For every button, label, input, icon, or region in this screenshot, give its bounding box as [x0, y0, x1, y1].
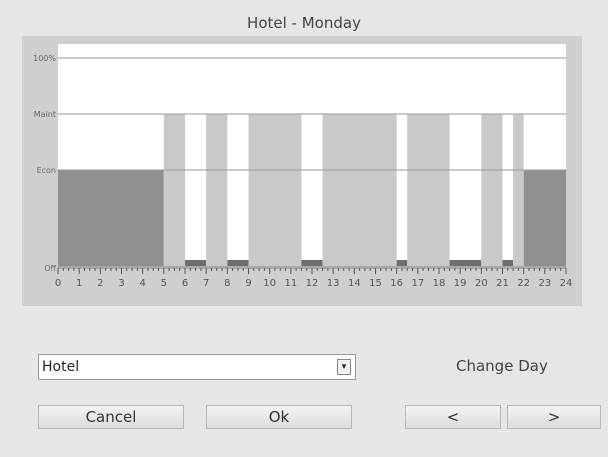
- x-tick-label: 1: [76, 278, 82, 289]
- segment-14: [523, 170, 566, 268]
- dropdown-arrow-icon[interactable]: ▾: [337, 359, 351, 375]
- segment-7: [322, 114, 397, 268]
- x-tick-label: 13: [327, 278, 340, 289]
- segment-0: [58, 170, 164, 268]
- x-tick-label: 15: [369, 278, 382, 289]
- ok-button[interactable]: Ok: [206, 405, 352, 429]
- x-tick-label: 6: [182, 278, 188, 289]
- segment-11: [481, 114, 503, 268]
- x-tick-label: 7: [203, 278, 209, 289]
- x-tick-label: 22: [517, 278, 530, 289]
- x-tick-label: 17: [411, 278, 424, 289]
- zone-select[interactable]: Hotel ▾: [38, 354, 356, 380]
- zone-select-value: Hotel: [42, 359, 80, 375]
- segment-3: [206, 114, 228, 268]
- x-tick-label: 2: [97, 278, 103, 289]
- x-tick-label: 23: [538, 278, 551, 289]
- x-tick-label: 9: [245, 278, 251, 289]
- x-tick-label: 24: [560, 278, 573, 289]
- y-tick-label-100pct: 100%: [33, 54, 56, 63]
- next-day-button[interactable]: >: [507, 405, 601, 429]
- x-tick-label: 20: [475, 278, 488, 289]
- segment-5: [248, 114, 302, 268]
- segment-9: [407, 114, 450, 268]
- cancel-button[interactable]: Cancel: [38, 405, 184, 429]
- x-tick-label: 11: [284, 278, 297, 289]
- x-tick-label: 19: [454, 278, 467, 289]
- schedule-dialog: Hotel - Monday 100% Maint Econ Off 0 1 2 3 4 5 6 7 8…: [0, 0, 608, 457]
- dialog-title: Hotel - Monday: [247, 14, 361, 32]
- x-tick-label: 12: [306, 278, 319, 289]
- y-tick-label-maint: Maint: [34, 110, 56, 119]
- x-tick-label: 18: [433, 278, 446, 289]
- y-tick-label-econ: Econ: [37, 166, 56, 175]
- x-tick-label: 0: [55, 278, 61, 289]
- segment-1: [163, 114, 185, 268]
- y-tick-label-off: Off: [44, 264, 56, 273]
- x-tick-label: 8: [224, 278, 230, 289]
- x-tick-label: 16: [390, 278, 403, 289]
- x-tick-label: 3: [118, 278, 124, 289]
- x-tick-label: 5: [161, 278, 167, 289]
- x-tick-label: 10: [263, 278, 276, 289]
- segment-13: [513, 114, 524, 268]
- previous-day-button[interactable]: <: [405, 405, 501, 429]
- change-day-label: Change Day: [456, 357, 548, 375]
- x-tick-label: 4: [139, 278, 145, 289]
- x-tick-label: 14: [348, 278, 361, 289]
- x-tick-label: 21: [496, 278, 509, 289]
- schedule-chart[interactable]: 100%MaintEconOff0 1 2 3 4 5 6 7 8 9 10 11 12 13 14 15 16…: [22, 36, 582, 306]
